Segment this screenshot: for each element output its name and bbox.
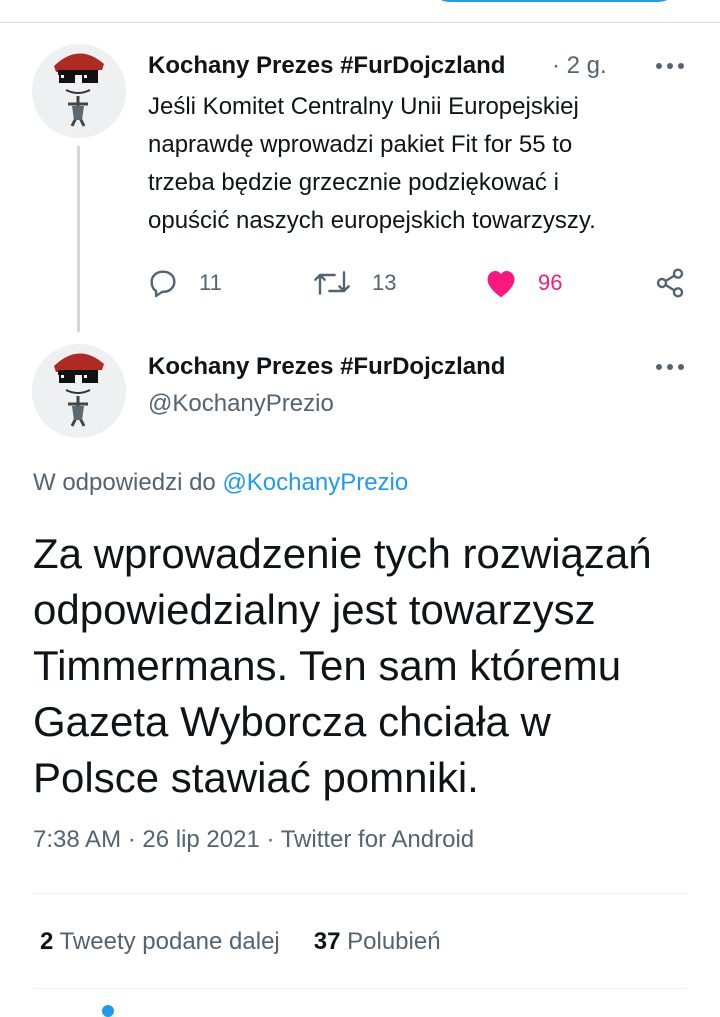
more-icon[interactable]	[656, 364, 686, 372]
retweet-stat-label: Tweety podane dalej	[53, 928, 280, 955]
reply-icon	[150, 270, 176, 298]
divider	[33, 893, 687, 894]
like-button[interactable]: 96	[484, 266, 562, 300]
main-tweet-text: Za wprowadzenie tych rozwiązań odpowiedz…	[33, 526, 703, 806]
reply-to-line: W odpowiedzi do @KochanyPrezio	[33, 469, 408, 497]
reply-count: 11	[199, 270, 222, 295]
tweet-text-line: Za wprowadzenie tych rozwiązań	[33, 530, 652, 577]
status-dot	[102, 1005, 114, 1017]
author-name[interactable]: Kochany Prezes #FurDojczland	[148, 353, 505, 381]
follow-button-edge[interactable]	[428, 0, 680, 2]
avatar[interactable]	[32, 344, 126, 438]
tweet-text-line: opuścić naszych europejskich towarzyszy.	[148, 207, 596, 234]
top-edge	[0, 0, 720, 23]
tweet-text-line: odpowiedzialny jest towarzysz	[33, 586, 596, 633]
share-icon	[656, 268, 684, 298]
tweet-time[interactable]: · 2 g.	[552, 52, 607, 80]
like-stat-label: Polubień	[340, 928, 441, 955]
parent-tweet-text: Jeśli Komitet Centralny Unii Europejskie…	[148, 88, 688, 240]
retweet-count: 13	[372, 270, 397, 295]
retweet-stat[interactable]: 2 Tweety podane dalej	[40, 928, 280, 955]
author-name[interactable]: Kochany Prezes #FurDojczland	[148, 52, 505, 80]
share-button[interactable]	[654, 266, 686, 300]
tweet-text-line: trzeba będzie grzecznie podziękować i	[148, 169, 559, 196]
tweet-stats: 2 Tweety podane dalej 37 Polubień	[40, 928, 441, 956]
avatar[interactable]	[32, 44, 126, 138]
retweet-icon	[314, 271, 350, 295]
like-stat[interactable]: 37 Polubień	[314, 928, 441, 955]
like-stat-count: 37	[313, 928, 341, 955]
more-icon[interactable]	[656, 63, 686, 71]
tweet-text-line: Polsce stawiać pomniki.	[33, 754, 479, 801]
tweet-text-line: Gazeta Wyborcza chciała w	[33, 698, 551, 745]
tweet-text-line: Timmermans. Ten sam któremu	[33, 642, 622, 689]
thread-line	[77, 146, 80, 332]
reply-to-mention[interactable]: @KochanyPrezio	[222, 469, 408, 496]
avatar-image	[32, 344, 126, 438]
tweet-text-line: naprawdę wprowadzi pakiet Fit for 55 to	[148, 131, 573, 158]
avatar-image	[32, 44, 126, 138]
tweet-meta: 7:38 AM · 26 lip 2021 · Twitter for Andr…	[33, 826, 475, 853]
top-divider	[0, 22, 720, 23]
divider	[33, 988, 687, 989]
author-handle[interactable]: @KochanyPrezio	[148, 390, 334, 418]
reply-button[interactable]: 11	[147, 266, 222, 300]
heart-icon	[487, 270, 515, 298]
like-count: 96	[538, 270, 563, 295]
tweet-text-line: Jeśli Komitet Centralny Unii Europejskie…	[148, 93, 579, 120]
retweet-button[interactable]: 13	[312, 266, 396, 300]
reply-to-prefix: W odpowiedzi do	[33, 469, 223, 496]
retweet-stat-count: 2	[40, 928, 54, 955]
